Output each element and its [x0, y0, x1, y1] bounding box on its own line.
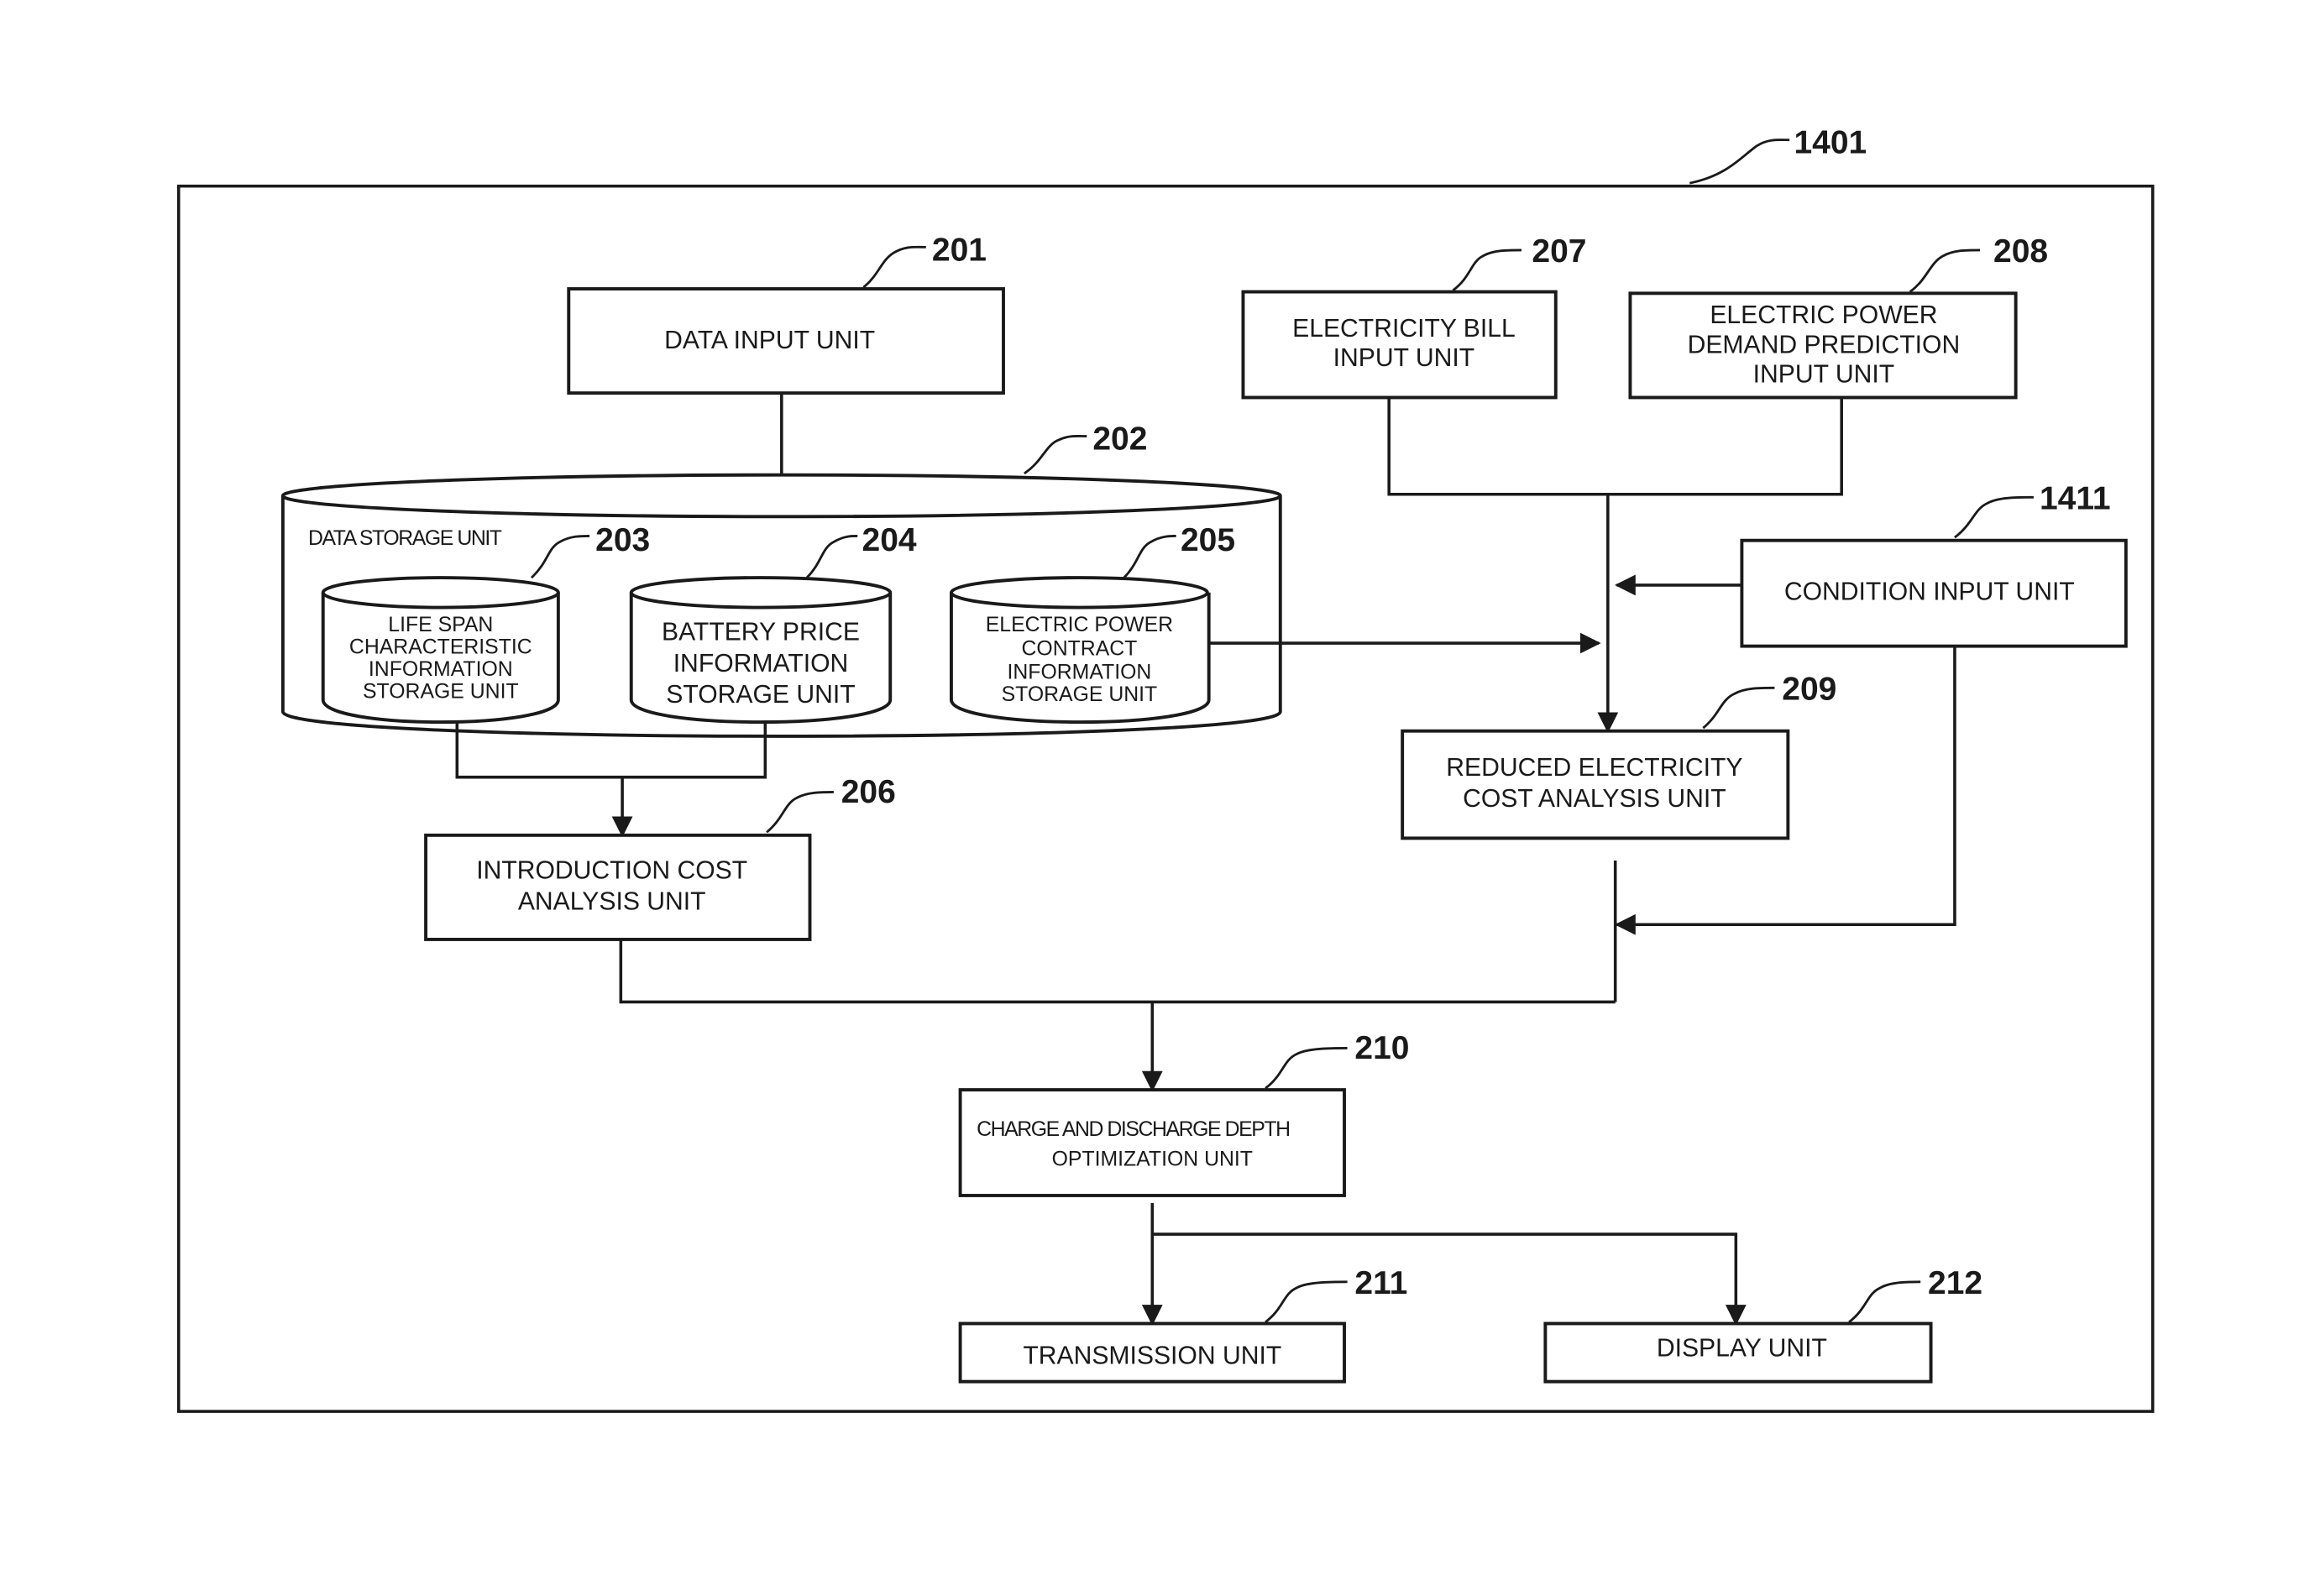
- reduced-cost-label-line1: REDUCED ELECTRICITY: [1446, 754, 1742, 782]
- block-diagram: 1401 DATA INPUT UNIT 201 DATA STORAGE UN…: [176, 125, 2155, 1413]
- ref-leader-1411: [1954, 495, 2034, 539]
- ref-1401: 1401: [1794, 125, 1867, 161]
- data-storage-unit-label: DATA STORAGE UNIT: [308, 527, 502, 550]
- ref-leader-210: [1265, 1046, 1348, 1090]
- reduced-cost-label-line2: COST ANALYSIS UNIT: [1463, 785, 1726, 813]
- life-span-label-line3: INFORMATION: [369, 658, 513, 681]
- charge-discharge-optimization-unit: [958, 1088, 1346, 1197]
- ref-208: 208: [1993, 233, 2048, 269]
- data-input-unit-label: DATA INPUT UNIT: [664, 327, 875, 354]
- ref-leader-201: [862, 245, 926, 289]
- contract-info-label-line3: INFORMATION: [1008, 662, 1152, 684]
- connector-207-208-merge: [1387, 397, 1843, 496]
- battery-price-label-line1: BATTERY PRICE: [662, 619, 860, 646]
- life-span-label-line2: CHARACTERISTIC: [349, 636, 532, 658]
- demand-prediction-label-line1: ELECTRIC POWER: [1710, 301, 1937, 329]
- battery-price-label-line3: STORAGE UNIT: [666, 681, 855, 709]
- ref-leader-212: [1848, 1280, 1921, 1323]
- life-span-label-line1: LIFE SPAN: [388, 614, 493, 636]
- contract-info-label-line4: STORAGE UNIT: [1002, 683, 1158, 706]
- ref-1411: 1411: [2040, 480, 2111, 516]
- electricity-bill-label-line1: ELECTRICITY BILL: [1292, 315, 1516, 343]
- life-span-label-line4: STORAGE UNIT: [363, 681, 519, 704]
- ref-209: 209: [1782, 671, 1836, 707]
- optimization-label-line1: CHARGE AND DISCHARGE DEPTH: [977, 1118, 1290, 1141]
- introduction-cost-label-line2: ANALYSIS UNIT: [518, 887, 706, 915]
- ref-210: 210: [1354, 1030, 1409, 1066]
- optimization-label-line2: OPTIMIZATION UNIT: [1052, 1149, 1253, 1171]
- ref-203: 203: [595, 522, 650, 558]
- ref-211: 211: [1354, 1265, 1407, 1301]
- battery-price-label-line2: INFORMATION: [673, 650, 849, 678]
- ref-leader-202: [1024, 434, 1087, 475]
- display-unit-label: DISPLAY UNIT: [1657, 1334, 1827, 1362]
- ref-212: 212: [1928, 1265, 1982, 1301]
- ref-leader-209: [1702, 686, 1775, 730]
- ref-leader-207: [1452, 249, 1522, 291]
- condition-input-label: CONDITION INPUT UNIT: [1784, 578, 2075, 606]
- electricity-bill-label-line2: INPUT UNIT: [1333, 344, 1474, 372]
- ref-205: 205: [1181, 522, 1235, 558]
- ref-leader-1401: [1689, 139, 1790, 185]
- contract-info-label-line2: CONTRACT: [1022, 637, 1138, 660]
- ref-leader-211: [1265, 1280, 1348, 1323]
- connector-210-212: [1152, 1232, 1747, 1326]
- ref-leader-208: [1909, 249, 1981, 293]
- ref-201: 201: [932, 232, 987, 268]
- introduction-cost-label-line1: INTRODUCTION COST: [476, 856, 747, 884]
- ref-206: 206: [841, 774, 896, 810]
- demand-prediction-label-line3: INPUT UNIT: [1753, 361, 1894, 389]
- ref-202: 202: [1092, 421, 1147, 458]
- connector-206-209-merge: [619, 939, 1616, 1004]
- ref-204: 204: [862, 522, 917, 558]
- ref-207: 207: [1532, 233, 1586, 269]
- demand-prediction-label-line2: DEMAND PREDICTION: [1688, 331, 1961, 358]
- contract-info-label-line1: ELECTRIC POWER: [986, 614, 1173, 636]
- transmission-unit-label: TRANSMISSION UNIT: [1023, 1342, 1281, 1369]
- ref-leader-206: [766, 790, 834, 834]
